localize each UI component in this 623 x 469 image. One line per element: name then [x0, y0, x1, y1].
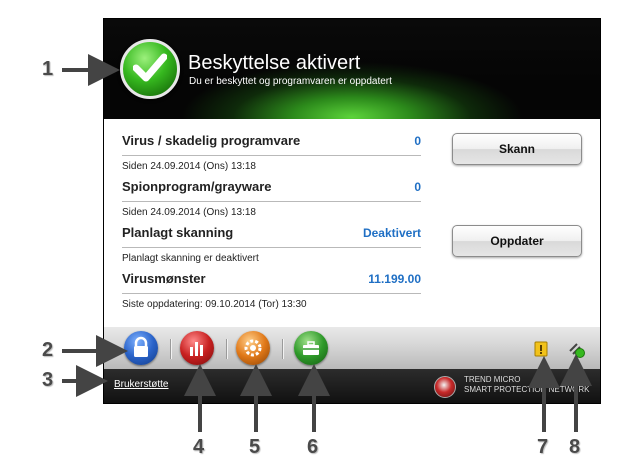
callout-number-4: 4 [193, 436, 205, 458]
callout-number-2: 2 [42, 339, 54, 361]
callout-number-6: 6 [307, 436, 319, 458]
callout-number-8: 8 [569, 436, 581, 458]
callout-number-5: 5 [249, 436, 261, 458]
callout-number-1: 1 [42, 58, 54, 80]
callout-number-3: 3 [42, 369, 54, 391]
callout-number-7: 7 [537, 436, 549, 458]
callout-arrows [62, 54, 592, 432]
